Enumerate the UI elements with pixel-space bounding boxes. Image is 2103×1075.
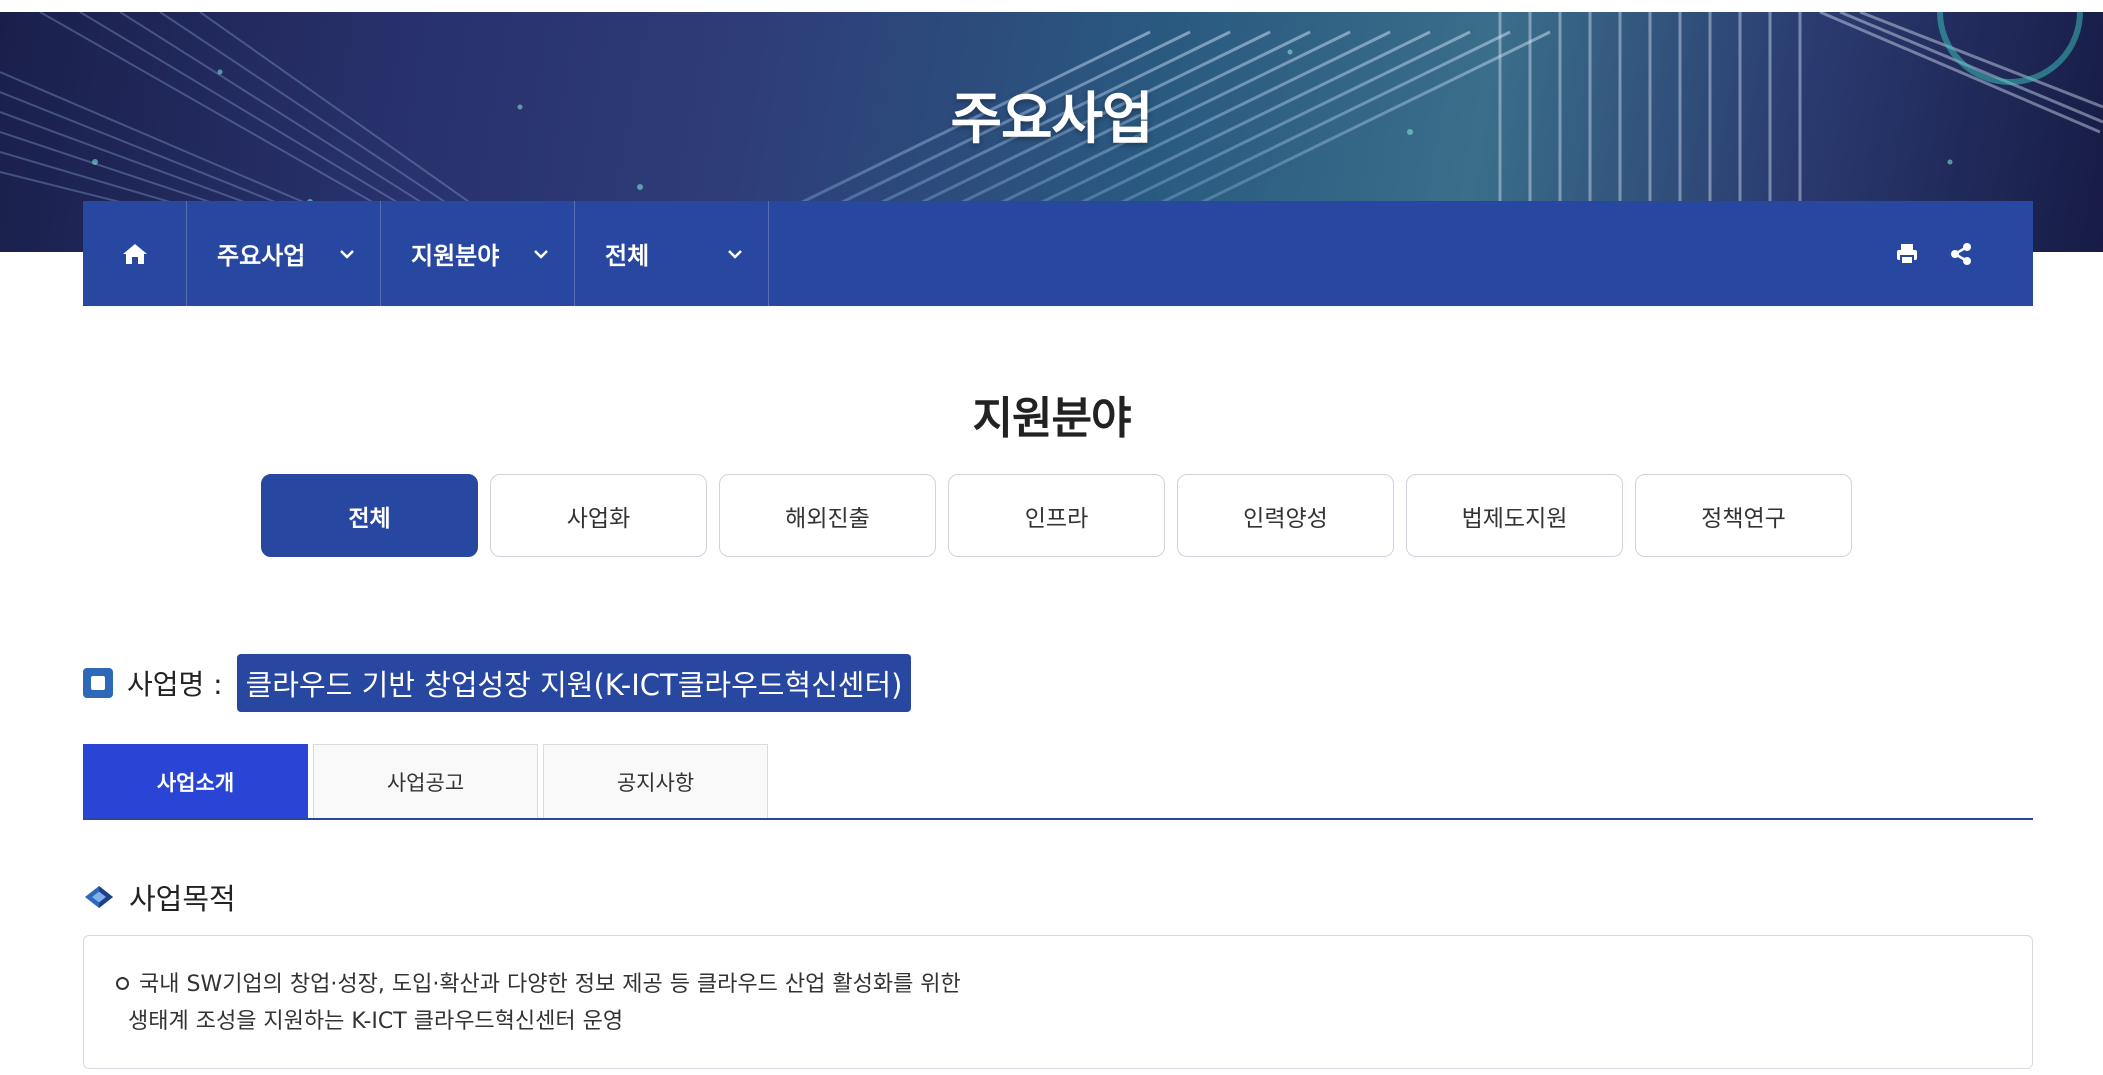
hero-title: 주요사업 [950, 87, 1153, 152]
purpose-content-box: 국내 SW기업의 창업·성장, 도입·확산과 다양한 정보 제공 등 클라우드 … [83, 935, 2033, 1069]
home-button[interactable] [83, 201, 187, 306]
filter-legal-support-button[interactable]: 법제도지원 [1406, 474, 1623, 557]
filter-infrastructure-button[interactable]: 인프라 [948, 474, 1165, 557]
circle-bullet-icon [116, 977, 129, 990]
square-icon [83, 668, 113, 698]
filter-overseas-button[interactable]: 해외진출 [719, 474, 936, 557]
tab-announcement[interactable]: 사업공고 [313, 744, 538, 818]
nav-utilities [1895, 201, 2033, 306]
diamond-icon [83, 884, 115, 910]
project-name: 클라우드 기반 창업성장 지원(K-ICT클라우드혁신센터) [236, 654, 912, 712]
nav-dropdown-label: 지원분야 [411, 242, 500, 270]
project-name-row: 사업명 : 클라우드 기반 창업성장 지원(K-ICT클라우드혁신센터) [83, 654, 912, 712]
chevron-down-icon [728, 249, 742, 259]
category-filter-group: 전체 사업화 해외진출 인프라 인력양성 법제도지원 정책연구 [261, 474, 1852, 557]
nav-dropdown-support-field[interactable]: 지원분야 [381, 201, 575, 306]
purpose-line: 국내 SW기업의 창업·성장, 도입·확산과 다양한 정보 제공 등 클라우드 … [116, 966, 2000, 1003]
share-icon [1951, 242, 1971, 265]
filter-commercialization-button[interactable]: 사업화 [490, 474, 707, 557]
nav-dropdown-label: 주요사업 [217, 242, 306, 270]
purpose-heading: 사업목적 [83, 876, 236, 918]
nav-dropdown-label: 전체 [605, 242, 650, 270]
chevron-down-icon [534, 249, 548, 259]
print-button[interactable] [1895, 242, 1919, 266]
share-button[interactable] [1949, 242, 1973, 266]
tab-introduction[interactable]: 사업소개 [83, 744, 308, 818]
project-label: 사업명 : [127, 668, 223, 701]
print-icon [1897, 243, 1917, 265]
tab-notice[interactable]: 공지사항 [543, 744, 768, 818]
purpose-text-line-1: 국내 SW기업의 창업·성장, 도입·확산과 다양한 정보 제공 등 클라우드 … [139, 972, 961, 997]
nav-dropdown-main-business[interactable]: 주요사업 [187, 201, 381, 306]
filter-all-button[interactable]: 전체 [261, 474, 478, 557]
home-icon [122, 243, 147, 264]
detail-tabs: 사업소개 사업공고 공지사항 [83, 744, 2033, 820]
chevron-down-icon [340, 249, 354, 259]
purpose-text-line-2: 생태계 조성을 지원하는 K-ICT 클라우드혁신센터 운영 [128, 1009, 624, 1034]
nav-dropdown-all[interactable]: 전체 [575, 201, 769, 306]
page-title: 지원분야 [972, 393, 1132, 444]
filter-workforce-button[interactable]: 인력양성 [1177, 474, 1394, 557]
location-navbar: 주요사업 지원분야 전체 [83, 201, 2033, 306]
filter-policy-research-button[interactable]: 정책연구 [1635, 474, 1852, 557]
purpose-title: 사업목적 [129, 882, 236, 916]
